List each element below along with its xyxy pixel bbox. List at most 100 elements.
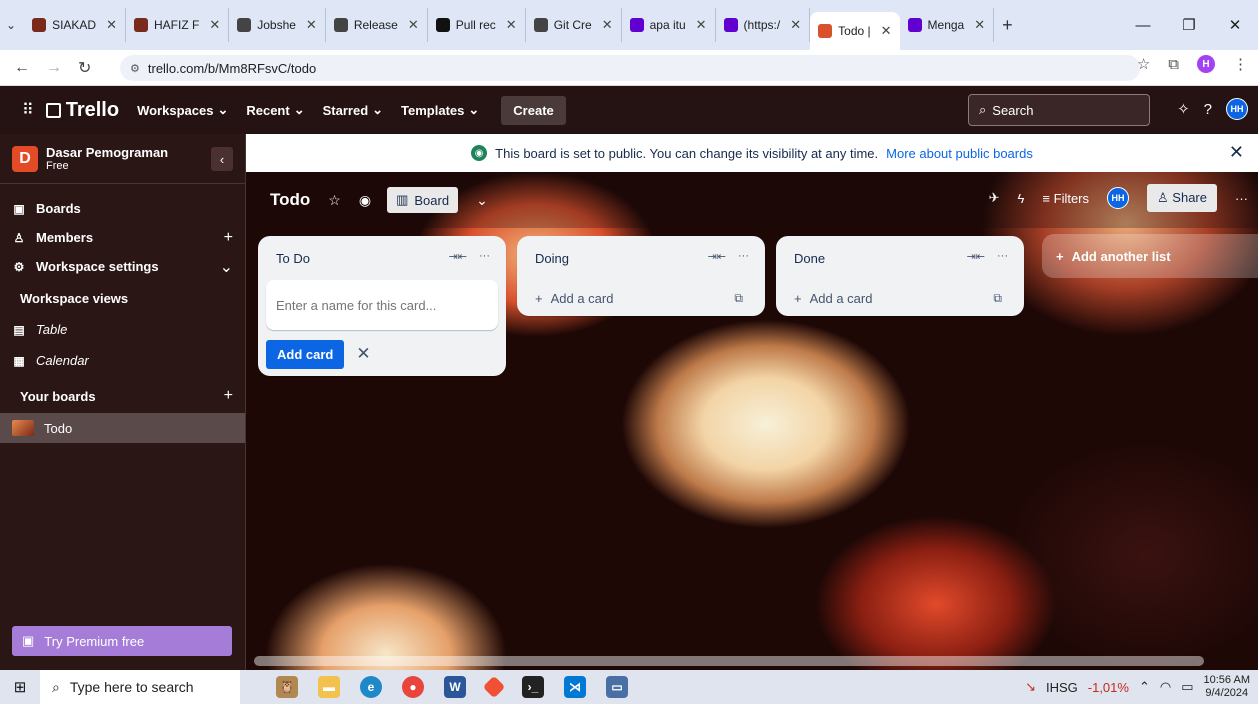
edge-icon[interactable]: e [360, 676, 382, 698]
close-tab-icon[interactable]: ✕ [974, 17, 985, 33]
add-another-list-button[interactable]: + Add another list [1042, 234, 1258, 278]
windows-start-icon[interactable]: ⊞ [0, 678, 40, 696]
address-bar[interactable]: ⚙ trello.com/b/Mm8RFsvC/todo [120, 55, 1140, 81]
member-avatar[interactable]: HH [1226, 98, 1248, 120]
browser-tab[interactable]: Release ✕ [326, 8, 428, 42]
share-button[interactable]: ♙ Share [1147, 184, 1217, 212]
sidebar-item-workspace-settings[interactable]: ⚙ Workspace settings ⌄ [0, 252, 245, 281]
search-input[interactable]: ⌕ Search [968, 94, 1150, 126]
chevron-up-icon[interactable]: ⌃ [1139, 679, 1150, 695]
browser-tab[interactable]: Todo | ✕ [810, 12, 900, 50]
close-tab-icon[interactable]: ✕ [881, 23, 892, 39]
minimize-icon[interactable]: — [1120, 17, 1166, 34]
star-icon[interactable]: ☆ [328, 192, 341, 209]
list-title[interactable]: Doing [535, 251, 569, 266]
app-switcher-icon[interactable]: ⠿ [22, 100, 34, 120]
screen-icon[interactable]: ▭ [606, 676, 628, 698]
browser-tab[interactable]: Pull rec ✕ [428, 8, 526, 42]
collapse-list-icon[interactable]: ⇥⇤ [449, 250, 467, 263]
restore-icon[interactable]: ❐ [1166, 16, 1212, 34]
close-icon[interactable]: ✕ [356, 344, 370, 364]
git-icon[interactable] [482, 675, 506, 699]
wifi-icon[interactable]: ◠ [1160, 679, 1171, 695]
new-tab-button[interactable]: + [1002, 15, 1013, 36]
add-card-button[interactable]: Add card [266, 339, 345, 369]
close-tab-icon[interactable]: ✕ [209, 17, 220, 33]
extensions-icon[interactable]: ⧉ [1168, 56, 1179, 73]
card-name-input[interactable] [266, 280, 498, 330]
list-menu-icon[interactable]: ··· [738, 250, 749, 263]
tab-search-icon[interactable]: ⌄ [6, 18, 16, 32]
menu-workspaces[interactable]: Workspaces ⌄ [137, 102, 228, 118]
sidebar-item-boards[interactable]: ▣ Boards [0, 194, 245, 223]
close-icon[interactable]: ✕ [1229, 142, 1244, 163]
trello-logo[interactable]: Trello [45, 99, 119, 122]
add-board-button[interactable]: + [224, 387, 233, 405]
collapse-list-icon[interactable]: ⇥⇤ [967, 250, 985, 263]
visibility-icon[interactable]: ◉ [359, 192, 371, 209]
owl-app-icon[interactable]: 🦉 [276, 676, 298, 698]
board-menu-icon[interactable]: ··· [1235, 191, 1248, 206]
terminal-icon[interactable]: ›_ [522, 676, 544, 698]
add-a-card-button[interactable]: + Add a card ⧉ [784, 280, 1016, 316]
card-template-icon[interactable]: ⧉ [993, 291, 1002, 306]
close-tab-icon[interactable]: ✕ [306, 17, 317, 33]
bookmark-star-icon[interactable]: ☆ [1137, 55, 1150, 73]
card-template-icon[interactable]: ⧉ [734, 291, 743, 306]
help-icon[interactable]: ? [1204, 101, 1212, 118]
browser-tab[interactable]: Jobshe ✕ [229, 8, 326, 42]
vscode-icon[interactable]: ⋊ [564, 676, 586, 698]
close-tab-icon[interactable]: ✕ [106, 17, 117, 33]
sidebar-item-members[interactable]: ♙ Members + [0, 223, 245, 252]
battery-icon[interactable]: ▭ [1181, 679, 1193, 695]
menu-recent[interactable]: Recent ⌄ [246, 102, 304, 118]
list-title[interactable]: To Do [276, 251, 310, 266]
board-horizontal-scrollbar[interactable] [254, 656, 1204, 666]
filters-button[interactable]: ≡ Filters [1042, 191, 1089, 206]
close-tab-icon[interactable]: ✕ [696, 17, 707, 33]
board-title[interactable]: Todo [270, 190, 310, 210]
sidebar-item-calendar[interactable]: ▦ Calendar [0, 346, 245, 375]
chevron-down-icon[interactable]: ⌄ [220, 257, 233, 277]
automation-icon[interactable]: ϟ [1018, 191, 1025, 206]
browser-tab[interactable]: SIAKAD ✕ [24, 8, 126, 42]
add-member-button[interactable]: + [224, 229, 233, 247]
collapse-list-icon[interactable]: ⇥⇤ [708, 250, 726, 263]
sidebar-item-table[interactable]: ▤ Table [0, 315, 245, 344]
browser-tab[interactable]: HAFIZ F ✕ [126, 8, 230, 42]
chrome-icon[interactable]: ● [402, 676, 424, 698]
browser-tab[interactable]: Menga ✕ [900, 8, 995, 42]
list-menu-icon[interactable]: ··· [479, 250, 490, 263]
file-explorer-icon[interactable]: ▬ [318, 676, 340, 698]
chevron-down-icon[interactable]: ⌄ [476, 192, 488, 209]
try-premium-button[interactable]: ▣ Try Premium free [12, 626, 232, 656]
menu-starred[interactable]: Starred ⌄ [323, 102, 383, 118]
back-icon[interactable]: ← [14, 59, 30, 77]
forward-icon[interactable]: → [46, 59, 62, 77]
menu-templates[interactable]: Templates ⌄ [401, 102, 479, 118]
sidebar-board-todo[interactable]: Todo [0, 413, 245, 443]
board-member-avatar[interactable]: HH [1107, 187, 1130, 209]
close-tab-icon[interactable]: ✕ [506, 17, 517, 33]
browser-tab[interactable]: apa itu ✕ [622, 8, 716, 42]
profile-avatar[interactable]: H [1197, 55, 1215, 73]
notifications-icon[interactable]: ✧ [1177, 100, 1190, 118]
list-header[interactable]: Done ⇥⇤ ··· [784, 236, 1016, 280]
banner-link[interactable]: More about public boards [886, 146, 1033, 161]
list-title[interactable]: Done [794, 251, 825, 266]
list-header[interactable]: Doing ⇥⇤ ··· [525, 236, 757, 280]
browser-tab[interactable]: Git Cre ✕ [526, 8, 622, 42]
site-info-icon[interactable]: ⚙ [130, 62, 140, 75]
close-tab-icon[interactable]: ✕ [408, 17, 419, 33]
close-window-icon[interactable]: ✕ [1212, 16, 1258, 34]
system-clock[interactable]: 10:56 AM 9/4/2024 [1204, 674, 1250, 700]
add-a-card-button[interactable]: + Add a card ⧉ [525, 280, 757, 316]
browser-menu-icon[interactable]: ⋮ [1233, 55, 1248, 73]
list-menu-icon[interactable]: ··· [997, 250, 1008, 263]
power-ups-icon[interactable]: ✈ [989, 190, 1000, 206]
stock-name[interactable]: IHSG [1046, 680, 1078, 695]
reload-icon[interactable]: ↻ [78, 58, 91, 78]
word-icon[interactable]: W [444, 676, 466, 698]
close-tab-icon[interactable]: ✕ [602, 17, 613, 33]
board-view-button[interactable]: ▥ Board [387, 187, 459, 213]
